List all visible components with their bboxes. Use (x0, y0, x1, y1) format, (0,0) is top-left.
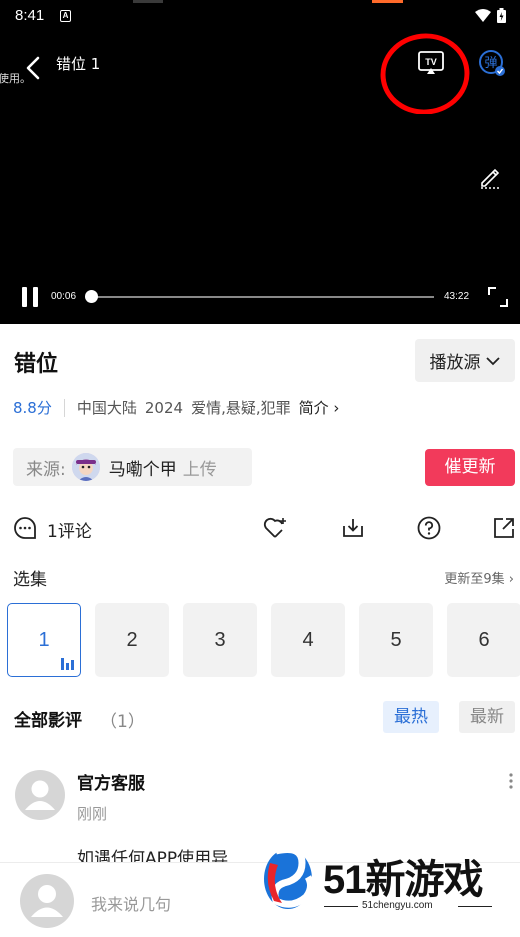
watermark-line-left (324, 906, 358, 907)
episode-label: 5 (390, 628, 402, 651)
region: 中国大陆 (76, 399, 137, 417)
intro-label: 简介 (298, 399, 329, 417)
sort-hot-button[interactable]: 最热 (383, 701, 439, 733)
episode-4-button[interactable]: 4 (271, 603, 345, 677)
sort-new-button[interactable]: 最新 (459, 701, 515, 733)
video-title: 错位 1 (56, 55, 101, 73)
red-circle-annotation (380, 33, 470, 114)
edit-pen-icon[interactable] (478, 165, 502, 189)
episode-3-button[interactable]: 3 (183, 603, 257, 677)
status-time: 8:41 (15, 7, 45, 24)
episodes-heading: 选集 (13, 570, 47, 590)
episode-6-button[interactable]: 6 (447, 603, 520, 677)
episode-2-button[interactable]: 2 (95, 603, 169, 677)
share-icon[interactable] (491, 515, 517, 541)
episode-label: 4 (302, 628, 314, 651)
video-player[interactable]: 使用。 错位 1 TV 弹 00:06 43:22 (0, 32, 520, 324)
danmaku-toggle-icon[interactable]: 弹 (478, 49, 506, 77)
divider (63, 398, 65, 417)
watermark-logo-icon (264, 846, 315, 909)
uploader-chip[interactable]: 来源: 马嘞个甲 上传 (13, 448, 252, 486)
uploader-name: 马嘞个甲 (108, 459, 177, 480)
urge-update-button[interactable]: 催更新 (425, 449, 515, 486)
current-time: 00:06 (51, 291, 77, 302)
status-bar: 8:41 A (0, 0, 520, 32)
episode-label: 2 (126, 628, 138, 651)
episode-1-button[interactable]: 1 (7, 603, 81, 677)
episode-list: 1 2 3 4 5 6 (7, 603, 520, 677)
progress-handle[interactable] (85, 290, 99, 303)
show-meta: 8.8分 中国大陆 2024 爱情,悬疑,犯罪 简介 › (13, 397, 339, 418)
play-source-label: 播放源 (429, 353, 481, 373)
more-vertical-icon[interactable] (506, 772, 516, 790)
comment-count[interactable]: 1评论 (47, 517, 92, 542)
reviewer-name: 官方客服 (77, 774, 145, 794)
watermark-line-right (458, 906, 492, 907)
progress-track[interactable] (85, 290, 434, 303)
watermark-brand: 51新游戏 (323, 858, 483, 902)
status-indicator (133, 0, 163, 3)
upload-label: 上传 (182, 459, 217, 480)
score: 8.8分 (13, 399, 52, 417)
episode-label: 3 (214, 628, 226, 651)
watermark-url: 51chengyu.com (362, 900, 433, 911)
episode-label: 1 (38, 628, 50, 651)
total-time: 43:22 (444, 291, 470, 302)
source-label: 来源: (26, 459, 66, 480)
uploader-avatar (71, 453, 100, 481)
fullscreen-icon[interactable] (487, 286, 509, 308)
cast-tv-button[interactable]: TV (378, 32, 473, 114)
chevron-down-icon (485, 356, 500, 365)
my-avatar (20, 874, 74, 928)
a-notification-icon: A (60, 10, 71, 22)
reviewer-avatar[interactable] (15, 770, 65, 820)
wifi-icon (475, 9, 491, 22)
comment-input[interactable]: 我来说几句 (91, 891, 171, 915)
episodes-update-link[interactable]: 更新至9集 › (444, 568, 514, 587)
comment-icon[interactable] (13, 516, 37, 540)
year: 2024 (144, 398, 184, 417)
intro-link[interactable]: 简介 › (299, 397, 340, 418)
site-watermark: 51新游戏 51chengyu.com (262, 843, 520, 913)
reviews-count: （1） (100, 712, 145, 732)
back-arrow-icon[interactable] (22, 54, 44, 82)
episodes-update-text: 更新至9集 (444, 572, 505, 587)
review-time: 刚刚 (77, 805, 108, 823)
status-icons (475, 8, 506, 23)
download-icon[interactable] (340, 515, 366, 541)
favorite-heart-icon[interactable] (262, 515, 288, 541)
action-row: 1评论 (0, 510, 520, 546)
tv-label: TV (425, 57, 437, 67)
episode-5-button[interactable]: 5 (359, 603, 433, 677)
show-title: 错位 (14, 352, 59, 377)
genres: 爱情,悬疑,犯罪 (191, 399, 291, 417)
reviews-heading: 全部影评 (14, 711, 82, 731)
play-source-dropdown[interactable]: 播放源 (415, 339, 515, 382)
episode-label: 6 (478, 628, 490, 651)
help-question-icon[interactable] (416, 515, 442, 541)
pause-button[interactable] (22, 287, 40, 307)
playing-bars-icon (61, 658, 74, 670)
status-indicator-orange (372, 0, 403, 3)
battery-icon (497, 8, 506, 23)
